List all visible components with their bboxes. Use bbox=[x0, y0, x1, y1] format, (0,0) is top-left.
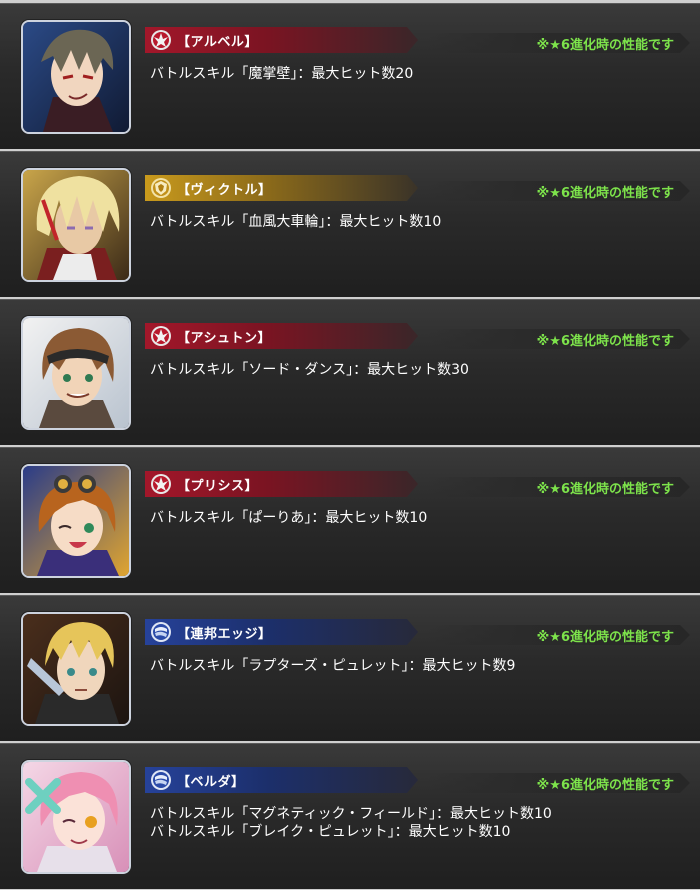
name-banner: 【連邦エッジ】 bbox=[145, 619, 418, 645]
evolution-note-text: ※★6進化時の性能です bbox=[536, 630, 674, 645]
name-banner: 【アシュトン】 bbox=[145, 323, 418, 349]
name-banner: 【ベルダ】 bbox=[145, 767, 418, 793]
skill-text: バトルスキル「ラプターズ・ピュレット」：最大ヒット数9 bbox=[150, 658, 516, 674]
skill-list: バトルスキル「ぱーりあ」：最大ヒット数10 bbox=[150, 509, 427, 527]
skill-text: バトルスキル「血風大車輪」：最大ヒット数10 bbox=[150, 214, 442, 230]
character-name: 【アルベル】 bbox=[177, 35, 258, 50]
character-card: 【プリシス】 ※★6進化時の性能です バトルスキル「ぱーりあ」：最大ヒット数10 bbox=[0, 447, 700, 593]
character-card: 【アシュトン】 ※★6進化時の性能です バトルスキル「ソード・ダンス」：最大ヒッ… bbox=[0, 299, 700, 445]
evolution-note-text: ※★6進化時の性能です bbox=[536, 482, 674, 497]
character-name: 【アシュトン】 bbox=[177, 331, 271, 346]
evolution-note-text: ※★6進化時の性能です bbox=[536, 334, 674, 349]
skill-list: バトルスキル「ソード・ダンス」：最大ヒット数30 bbox=[150, 361, 469, 379]
character-portrait bbox=[21, 612, 131, 726]
character-portrait bbox=[21, 168, 131, 282]
shield-emblem-icon bbox=[149, 176, 173, 200]
evolution-note: ※★6進化時の性能です bbox=[428, 329, 690, 349]
skill-text: バトルスキル「魔掌壁」：最大ヒット数20 bbox=[150, 66, 414, 82]
evolution-note-text: ※★6進化時の性能です bbox=[536, 778, 674, 793]
character-name: 【ベルダ】 bbox=[177, 775, 245, 790]
name-banner: 【プリシス】 bbox=[145, 471, 418, 497]
character-portrait bbox=[21, 760, 131, 874]
character-card: 【連邦エッジ】 ※★6進化時の性能です バトルスキル「ラプターズ・ピュレット」：… bbox=[0, 595, 700, 741]
character-card: 【アルベル】 ※★6進化時の性能です バトルスキル「魔掌壁」：最大ヒット数20 bbox=[0, 3, 700, 149]
name-banner: 【アルベル】 bbox=[145, 27, 418, 53]
skill-text: バトルスキル「マグネティック・フィールド」：最大ヒット数10 bbox=[150, 806, 552, 822]
character-list: 【アルベル】 ※★6進化時の性能です バトルスキル「魔掌壁」：最大ヒット数20 bbox=[0, 0, 700, 890]
evolution-note-text: ※★6進化時の性能です bbox=[536, 38, 674, 53]
character-portrait bbox=[21, 20, 131, 134]
evolution-note: ※★6進化時の性能です bbox=[428, 773, 690, 793]
phoenix-emblem-icon bbox=[149, 324, 173, 348]
skill-text: バトルスキル「ぱーりあ」：最大ヒット数10 bbox=[150, 510, 428, 526]
phoenix-emblem-icon bbox=[149, 28, 173, 52]
skill-list: バトルスキル「マグネティック・フィールド」：最大ヒット数10 バトルスキル「ブレ… bbox=[150, 805, 552, 841]
evolution-note: ※★6進化時の性能です bbox=[428, 181, 690, 201]
skill-text: バトルスキル「ソード・ダンス」：最大ヒット数30 bbox=[150, 362, 469, 378]
character-card: 【ヴィクトル】 ※★6進化時の性能です バトルスキル「血風大車輪」：最大ヒット数… bbox=[0, 151, 700, 297]
character-name: 【ヴィクトル】 bbox=[177, 183, 272, 198]
skill-text: バトルスキル「ブレイク・ピュレット」：最大ヒット数10 bbox=[150, 824, 511, 840]
evolution-note-text: ※★6進化時の性能です bbox=[536, 186, 674, 201]
evolution-note: ※★6進化時の性能です bbox=[428, 625, 690, 645]
character-name: 【プリシス】 bbox=[177, 479, 259, 494]
character-name: 【連邦エッジ】 bbox=[177, 627, 272, 642]
evolution-note: ※★6進化時の性能です bbox=[428, 33, 690, 53]
phoenix-emblem-icon bbox=[149, 472, 173, 496]
federation-emblem-icon bbox=[149, 620, 173, 644]
skill-list: バトルスキル「ラプターズ・ピュレット」：最大ヒット数9 bbox=[150, 657, 515, 675]
skill-list: バトルスキル「魔掌壁」：最大ヒット数20 bbox=[150, 65, 413, 83]
character-portrait bbox=[21, 316, 131, 430]
character-portrait bbox=[21, 464, 131, 578]
skill-list: バトルスキル「血風大車輪」：最大ヒット数10 bbox=[150, 213, 441, 231]
federation-emblem-icon bbox=[149, 768, 173, 792]
evolution-note: ※★6進化時の性能です bbox=[428, 477, 690, 497]
character-card: 【ベルダ】 ※★6進化時の性能です バトルスキル「マグネティック・フィールド」：… bbox=[0, 743, 700, 889]
name-banner: 【ヴィクトル】 bbox=[145, 175, 418, 201]
